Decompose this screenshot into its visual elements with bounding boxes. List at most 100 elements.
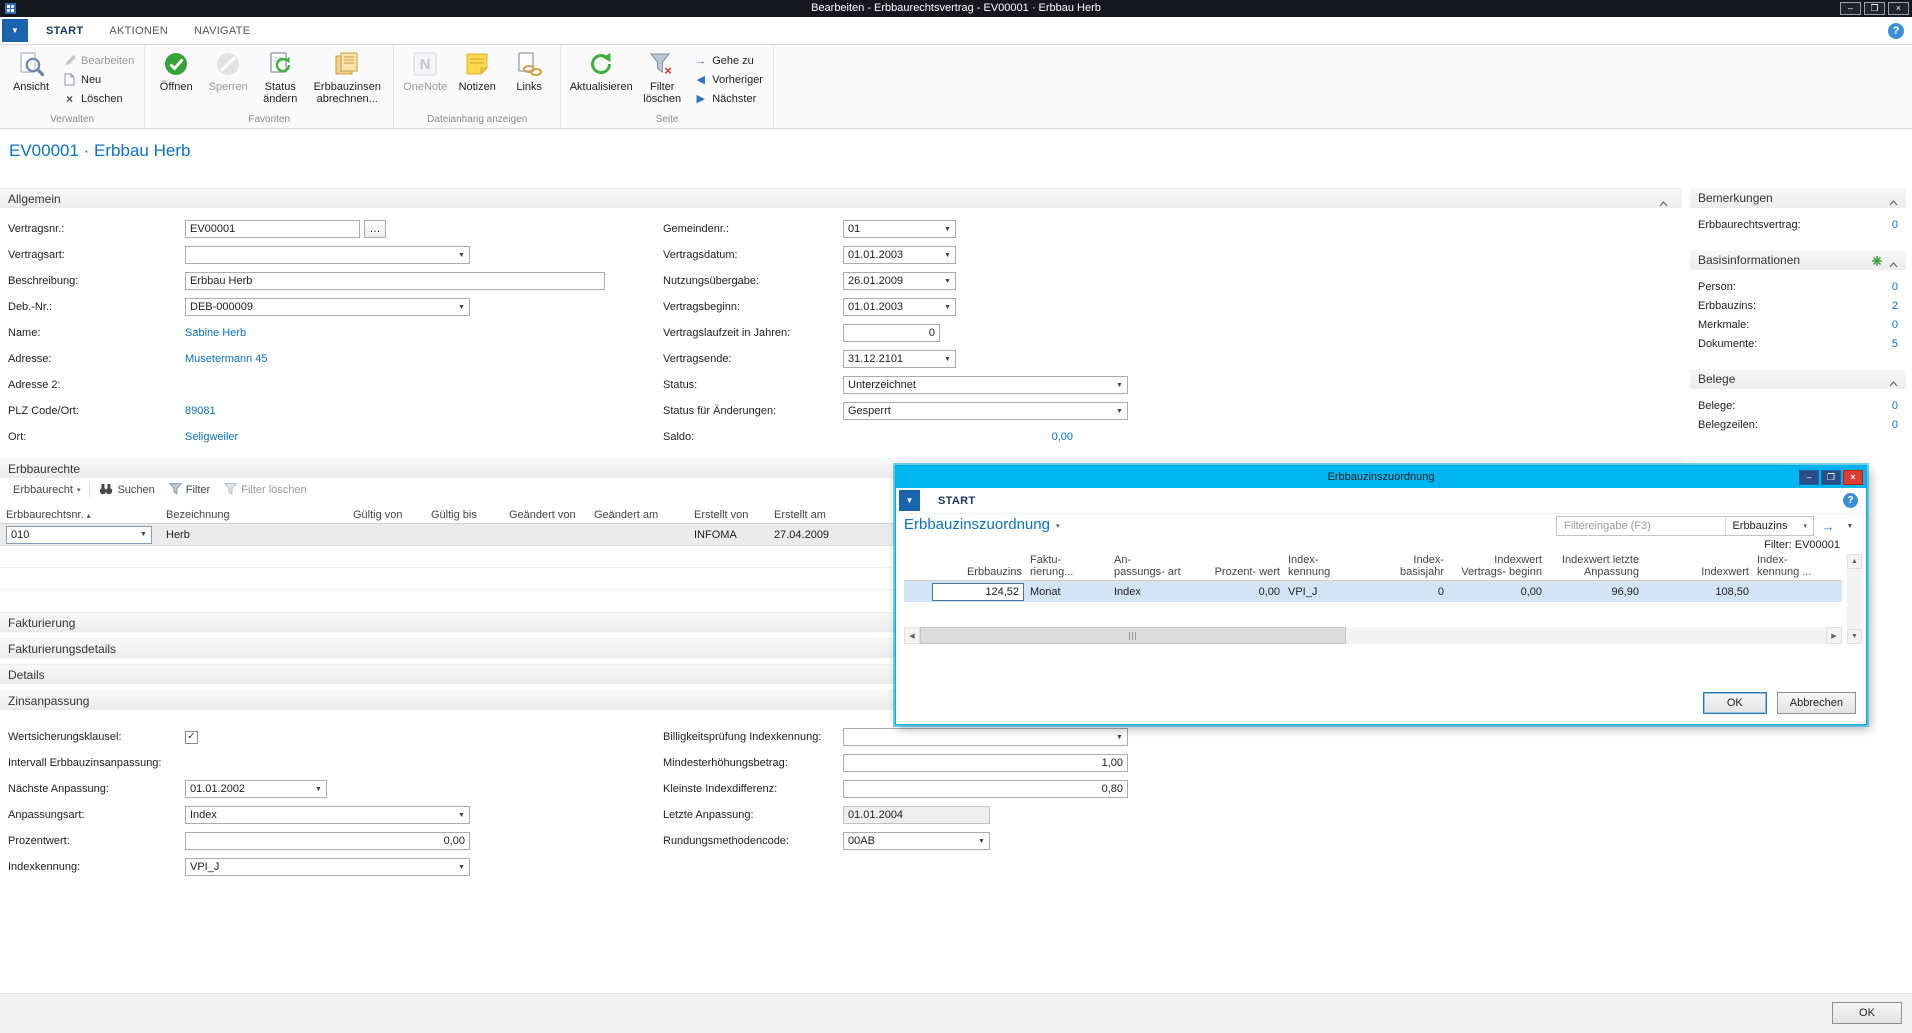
- collapse-chevron-icon[interactable]: [1889, 376, 1898, 390]
- anpassungsart-combo[interactable]: Index▼: [185, 806, 470, 824]
- count-link[interactable]: 0: [1892, 419, 1898, 431]
- dropdown-arrow-icon[interactable]: ▼: [1112, 403, 1127, 419]
- plz-link[interactable]: 89081: [185, 405, 216, 417]
- factbox-header[interactable]: Belege: [1690, 369, 1906, 389]
- dialog-help-icon[interactable]: ?: [1843, 493, 1858, 508]
- nutzungsuebergabe-combo[interactable]: 26.01.2009▼: [843, 272, 956, 290]
- wertsicherungsklausel-checkbox[interactable]: ✓: [185, 731, 198, 744]
- count-link[interactable]: 2: [1892, 300, 1898, 312]
- ort-link[interactable]: Seligweiler: [185, 431, 238, 443]
- minimize-button[interactable]: –: [1840, 2, 1861, 15]
- erbbaurechtsnr-cell-combo[interactable]: 010 ▼: [6, 526, 152, 544]
- column-header[interactable]: Gültig bis: [425, 507, 503, 523]
- factbox-header[interactable]: Bemerkungen: [1690, 188, 1906, 208]
- suchen-button[interactable]: Suchen: [92, 481, 161, 499]
- aktualisieren-button[interactable]: Aktualisieren: [566, 46, 636, 93]
- count-link[interactable]: 0: [1892, 219, 1898, 231]
- dropdown-arrow-icon[interactable]: ▼: [136, 527, 151, 543]
- indexkennung-combo[interactable]: VPI_J▼: [185, 858, 470, 876]
- dialog-application-menu-button[interactable]: ▼: [899, 490, 920, 511]
- billigkeitspruefung-combo[interactable]: ▼: [843, 728, 1128, 746]
- erbbauzins-cell-input[interactable]: 124,52: [932, 583, 1024, 601]
- beschreibung-input[interactable]: Erbbau Herb: [185, 272, 605, 290]
- scroll-right-button[interactable]: ▶: [1826, 627, 1842, 644]
- adresse-link[interactable]: Musetermann 45: [185, 353, 268, 365]
- scrollbar-thumb[interactable]: [920, 627, 1346, 644]
- count-link[interactable]: 0: [1892, 319, 1898, 331]
- title-menu-arrow-icon[interactable]: ▾: [1056, 522, 1060, 530]
- dropdown-arrow-icon[interactable]: ▼: [940, 299, 955, 315]
- name-link[interactable]: Sabine Herb: [185, 327, 246, 339]
- column-header[interactable]: Bezeichnung: [160, 507, 347, 523]
- application-menu-button[interactable]: ▼: [2, 19, 28, 42]
- scrollbar-track[interactable]: [920, 627, 1826, 644]
- vertragsdatum-combo[interactable]: 01.01.2003▼: [843, 246, 956, 264]
- collapse-chevron-icon[interactable]: [1659, 196, 1668, 210]
- count-link[interactable]: 5: [1892, 338, 1898, 350]
- onenote-button[interactable]: N OneNote: [399, 46, 451, 93]
- ok-button[interactable]: OK: [1832, 1002, 1902, 1024]
- column-header[interactable]: Geändert am: [588, 507, 688, 523]
- column-header[interactable]: Index- basisjahr: [1368, 554, 1448, 578]
- dropdown-arrow-icon[interactable]: ▼: [940, 273, 955, 289]
- column-header[interactable]: Faktu- rierung...: [1026, 554, 1110, 578]
- sperren-button[interactable]: Sperren: [202, 46, 254, 93]
- erbbauzinsen-abrechnen-button[interactable]: Erbbauzinsen abrechnen...: [306, 46, 388, 105]
- filter-button[interactable]: Filter: [162, 481, 217, 499]
- column-header[interactable]: Indexwert letzte Anpassung: [1546, 554, 1643, 578]
- column-header[interactable]: Indexwert Vertrags- beginn: [1448, 554, 1546, 578]
- bearbeiten-button[interactable]: Bearbeiten: [57, 51, 139, 70]
- vertragsnr-assist-button[interactable]: …: [364, 220, 386, 238]
- column-header[interactable]: Indexwert: [1643, 566, 1753, 578]
- status-aendern-button[interactable]: Status ändern: [254, 46, 306, 105]
- apply-filter-button[interactable]: →: [1818, 516, 1838, 536]
- count-link[interactable]: 0: [1892, 400, 1898, 412]
- neu-button[interactable]: Neu: [57, 70, 139, 89]
- loeschen-button[interactable]: × Löschen: [57, 89, 139, 108]
- dropdown-arrow-icon[interactable]: ▼: [940, 221, 955, 237]
- status-combo[interactable]: Unterzeichnet▼: [843, 376, 1128, 394]
- laufzeit-input[interactable]: 0: [843, 324, 940, 342]
- dropdown-arrow-icon[interactable]: ▼: [454, 247, 469, 263]
- saldo-drilldown[interactable]: 0,00: [843, 431, 1073, 443]
- collapse-chevron-icon[interactable]: [1889, 195, 1898, 209]
- count-link[interactable]: 0: [1892, 281, 1898, 293]
- scrollbar-track[interactable]: [1847, 569, 1862, 629]
- maximize-button[interactable]: ❐: [1864, 2, 1885, 15]
- dropdown-arrow-icon[interactable]: ▼: [1112, 729, 1127, 745]
- dialog-tab-start[interactable]: START: [925, 495, 988, 507]
- scroll-up-button[interactable]: ▲: [1847, 554, 1862, 569]
- dialog-minimize-button[interactable]: –: [1799, 470, 1819, 485]
- vertical-scrollbar[interactable]: ▲ ▼: [1847, 554, 1862, 644]
- vorheriger-button[interactable]: ◀ Vorheriger: [688, 70, 768, 89]
- naechste-anpassung-combo[interactable]: 01.01.2002▼: [185, 780, 327, 798]
- factbox-header[interactable]: Basisinformationen: [1690, 250, 1906, 270]
- tab-start[interactable]: START: [33, 17, 96, 44]
- dialog-cancel-button[interactable]: Abbrechen: [1777, 692, 1856, 714]
- vertragsbeginn-combo[interactable]: 01.01.2003▼: [843, 298, 956, 316]
- oeffnen-button[interactable]: Öffnen: [150, 46, 202, 93]
- filter-loeschen-button[interactable]: × Filter löschen: [636, 46, 688, 105]
- column-header[interactable]: Geändert von: [503, 507, 588, 523]
- scroll-left-button[interactable]: ◀: [904, 627, 920, 644]
- column-header[interactable]: An- passungs- art: [1110, 554, 1204, 578]
- prozentwert-input[interactable]: 0,00: [185, 832, 470, 850]
- dropdown-arrow-icon[interactable]: ▼: [454, 807, 469, 823]
- dialog-close-button[interactable]: ×: [1843, 470, 1863, 485]
- tab-navigate[interactable]: NAVIGATE: [181, 17, 263, 44]
- filter-loeschen-toolbar-button[interactable]: Filter löschen: [217, 481, 313, 499]
- dropdown-arrow-icon[interactable]: ▼: [940, 247, 955, 263]
- filter-pane-chevron-icon[interactable]: ▼: [1842, 516, 1858, 536]
- erbbaurecht-menu-button[interactable]: Erbbaurecht ▾: [6, 481, 87, 499]
- naechster-button[interactable]: ▶ Nächster: [688, 89, 768, 108]
- status-aenderungen-combo[interactable]: Gesperrt▼: [843, 402, 1128, 420]
- kleinste-indexdifferenz-input[interactable]: 0,80: [843, 780, 1128, 798]
- column-header[interactable]: Erstellt von: [688, 507, 768, 523]
- help-icon[interactable]: ?: [1888, 23, 1904, 39]
- rundungsmethodencode-combo[interactable]: 00AB▼: [843, 832, 990, 850]
- table-row[interactable]: 124,52 Monat Index 0,00 VPI_J 0 0,00 96,…: [904, 581, 1842, 602]
- column-header[interactable]: Erbbauzins: [930, 566, 1026, 578]
- gehe-zu-button[interactable]: → Gehe zu: [688, 51, 768, 70]
- filter-input[interactable]: Filtereingabe (F3): [1557, 520, 1725, 532]
- notizen-button[interactable]: Notizen: [451, 46, 503, 93]
